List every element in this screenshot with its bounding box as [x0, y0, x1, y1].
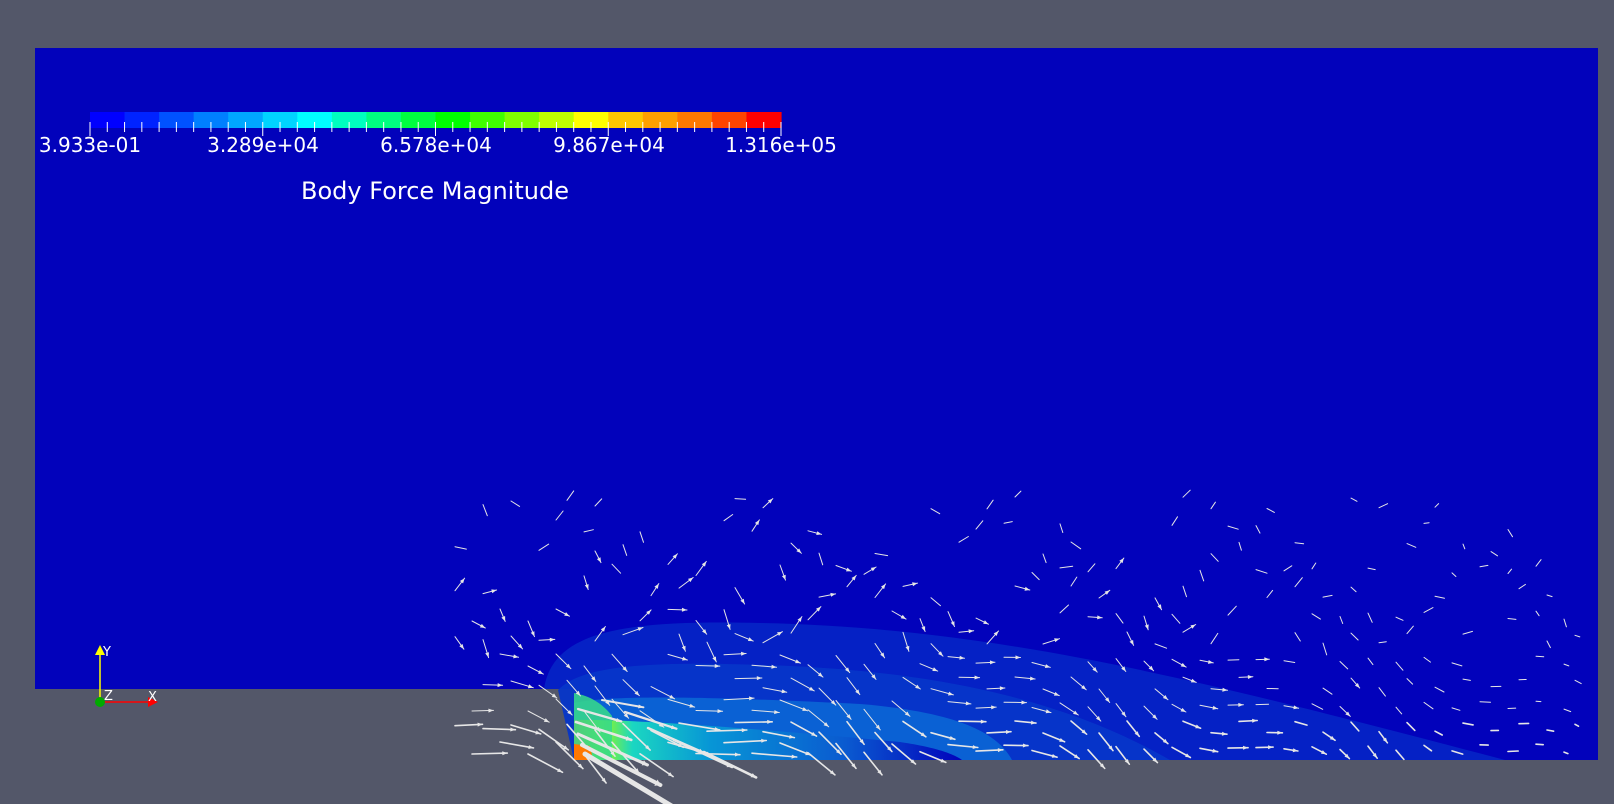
- vector-arrowhead: [488, 708, 494, 713]
- vector-arrow: [538, 728, 570, 751]
- vector-arrowhead: [551, 693, 557, 698]
- colorbar-tick-label-3: 9.867e+04: [553, 133, 665, 157]
- colorbar-tick-label-1: 3.289e+04: [207, 133, 319, 157]
- vector-arrowhead: [510, 727, 516, 732]
- y-axis-label: Y: [103, 645, 111, 660]
- vector-arrowhead: [557, 768, 563, 773]
- vector-arrow: [1507, 750, 1519, 753]
- colorbar-tick-label-max: 1.316e+05: [725, 133, 837, 157]
- x-axis-label: X: [148, 690, 157, 705]
- vector-arrow: [734, 720, 774, 724]
- flow-render-canvas[interactable]: [0, 0, 1614, 804]
- vector-arrow: [1535, 743, 1544, 746]
- vector-arrow: [499, 741, 535, 749]
- vector-arrow: [527, 753, 564, 774]
- colorbar-title: Body Force Magnitude: [301, 177, 569, 205]
- vector-arrow: [471, 752, 509, 755]
- vector-arrow: [1535, 655, 1545, 658]
- vector-arrowhead: [502, 751, 508, 756]
- vector-arrow: [734, 498, 747, 500]
- vector-arrow: [582, 751, 674, 804]
- vector-arrowhead: [535, 730, 541, 735]
- colorbar-tick-label-2: 6.578e+04: [380, 133, 492, 157]
- z-axis-label: Z: [104, 689, 113, 704]
- colorbar-tick-label-min: 3.933e-01: [38, 133, 142, 157]
- vector-arrowhead: [477, 722, 483, 727]
- vector-arrow: [1423, 522, 1430, 524]
- render-viewport[interactable]: 3.933e-01 3.289e+04 6.578e+04 9.867e+04 …: [0, 0, 1614, 804]
